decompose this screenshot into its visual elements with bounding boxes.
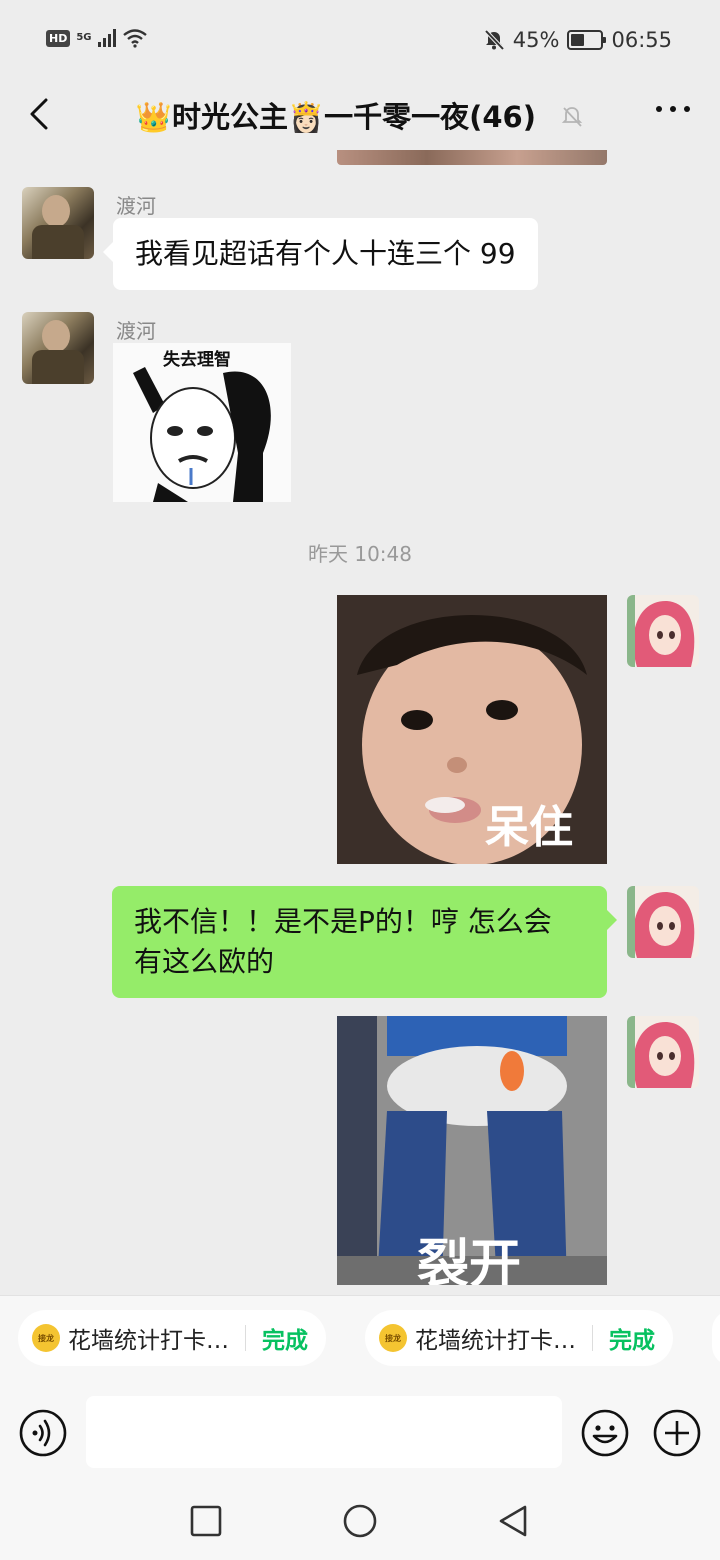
solitaire-logo-icon: 接龙	[379, 1324, 407, 1352]
chip-label: 花墙统计打卡…	[415, 1328, 576, 1354]
solitaire-chip[interactable]: 接龙 花墙统计打卡… 完成	[365, 1310, 673, 1366]
chip-done-button[interactable]: 完成	[609, 1321, 655, 1355]
my-avatar[interactable]	[627, 1016, 699, 1088]
sticker-image[interactable]: 呆住	[337, 595, 607, 864]
message-bubble[interactable]: 我看见超话有个人十连三个 99	[103, 218, 538, 290]
message-text-line-2: 有这么欧的	[134, 945, 275, 978]
sender-name: 渡河	[116, 319, 156, 343]
battery-icon	[567, 30, 607, 50]
quick-action-bar: 接龙 花墙统计打卡… 完成 接龙 花墙统计打卡… 完成	[0, 1295, 720, 1380]
status-left: HD 5G	[46, 28, 148, 48]
nav-home-icon[interactable]	[341, 1502, 379, 1540]
status-bar: HD 5G 45% 06:55	[0, 0, 720, 80]
clock: 06:55	[611, 28, 672, 52]
my-avatar[interactable]	[627, 886, 699, 958]
group-title: 👑时光公主👸🏻一千零一夜(46)	[0, 94, 720, 136]
network-label: 5G	[76, 32, 92, 43]
message-text-line-1: 我不信！！是不是P的！哼 怎么会	[134, 905, 552, 938]
solitaire-logo-icon: 接龙	[32, 1324, 60, 1352]
sticker-caption: 裂开	[417, 1235, 522, 1285]
battery-percent: 45%	[512, 28, 560, 52]
avatar[interactable]	[22, 312, 94, 384]
more-icon[interactable]	[656, 106, 690, 112]
sticker-image[interactable]: 失去理智	[113, 343, 291, 502]
solitaire-chip[interactable]: 接龙 花墙统计打卡… 完成	[18, 1310, 326, 1366]
voice-icon[interactable]	[18, 1408, 68, 1458]
next-chip-edge[interactable]	[712, 1310, 720, 1366]
sticker-caption: 呆住	[485, 802, 573, 853]
message-timestamp: 昨天 10:48	[308, 542, 412, 566]
nav-back-icon[interactable]	[495, 1502, 533, 1540]
sticker-image[interactable]: 裂开	[337, 1016, 607, 1285]
chip-label: 花墙统计打卡…	[68, 1328, 229, 1354]
previous-image-edge[interactable]	[337, 150, 607, 165]
status-right: 45% 06:55	[483, 28, 672, 52]
avatar[interactable]	[22, 187, 94, 259]
message-input[interactable]	[86, 1396, 562, 1468]
signal-icon	[97, 29, 116, 47]
chat-message-list[interactable]: 渡河 我看见超话有个人十连三个 99 渡河 失去理智 昨天 10:48 呆住 我…	[0, 150, 720, 1295]
chip-divider	[245, 1325, 246, 1351]
mute-bell-icon	[560, 102, 584, 136]
nav-recent-icon[interactable]	[187, 1502, 225, 1540]
message-text: 我看见超话有个人十连三个 99	[135, 237, 516, 270]
chat-title-bar: 👑时光公主👸🏻一千零一夜(46)	[0, 80, 720, 150]
my-avatar[interactable]	[627, 595, 699, 667]
chip-done-button[interactable]: 完成	[262, 1321, 308, 1355]
group-title-text: 👑时光公主👸🏻一千零一夜(46)	[135, 100, 536, 134]
hd-badge: HD	[46, 29, 71, 47]
message-bubble[interactable]: 我不信！！是不是P的！哼 怎么会 有这么欧的	[112, 886, 617, 998]
chip-divider	[592, 1325, 593, 1351]
system-nav-bar	[0, 1480, 720, 1560]
emoji-icon[interactable]	[580, 1408, 630, 1458]
sender-name: 渡河	[116, 194, 156, 218]
silent-bell-icon	[484, 29, 505, 51]
plus-icon[interactable]	[652, 1408, 702, 1458]
input-bar	[0, 1380, 720, 1480]
wifi-icon	[122, 29, 147, 48]
sticker-caption: 失去理智	[163, 350, 231, 370]
